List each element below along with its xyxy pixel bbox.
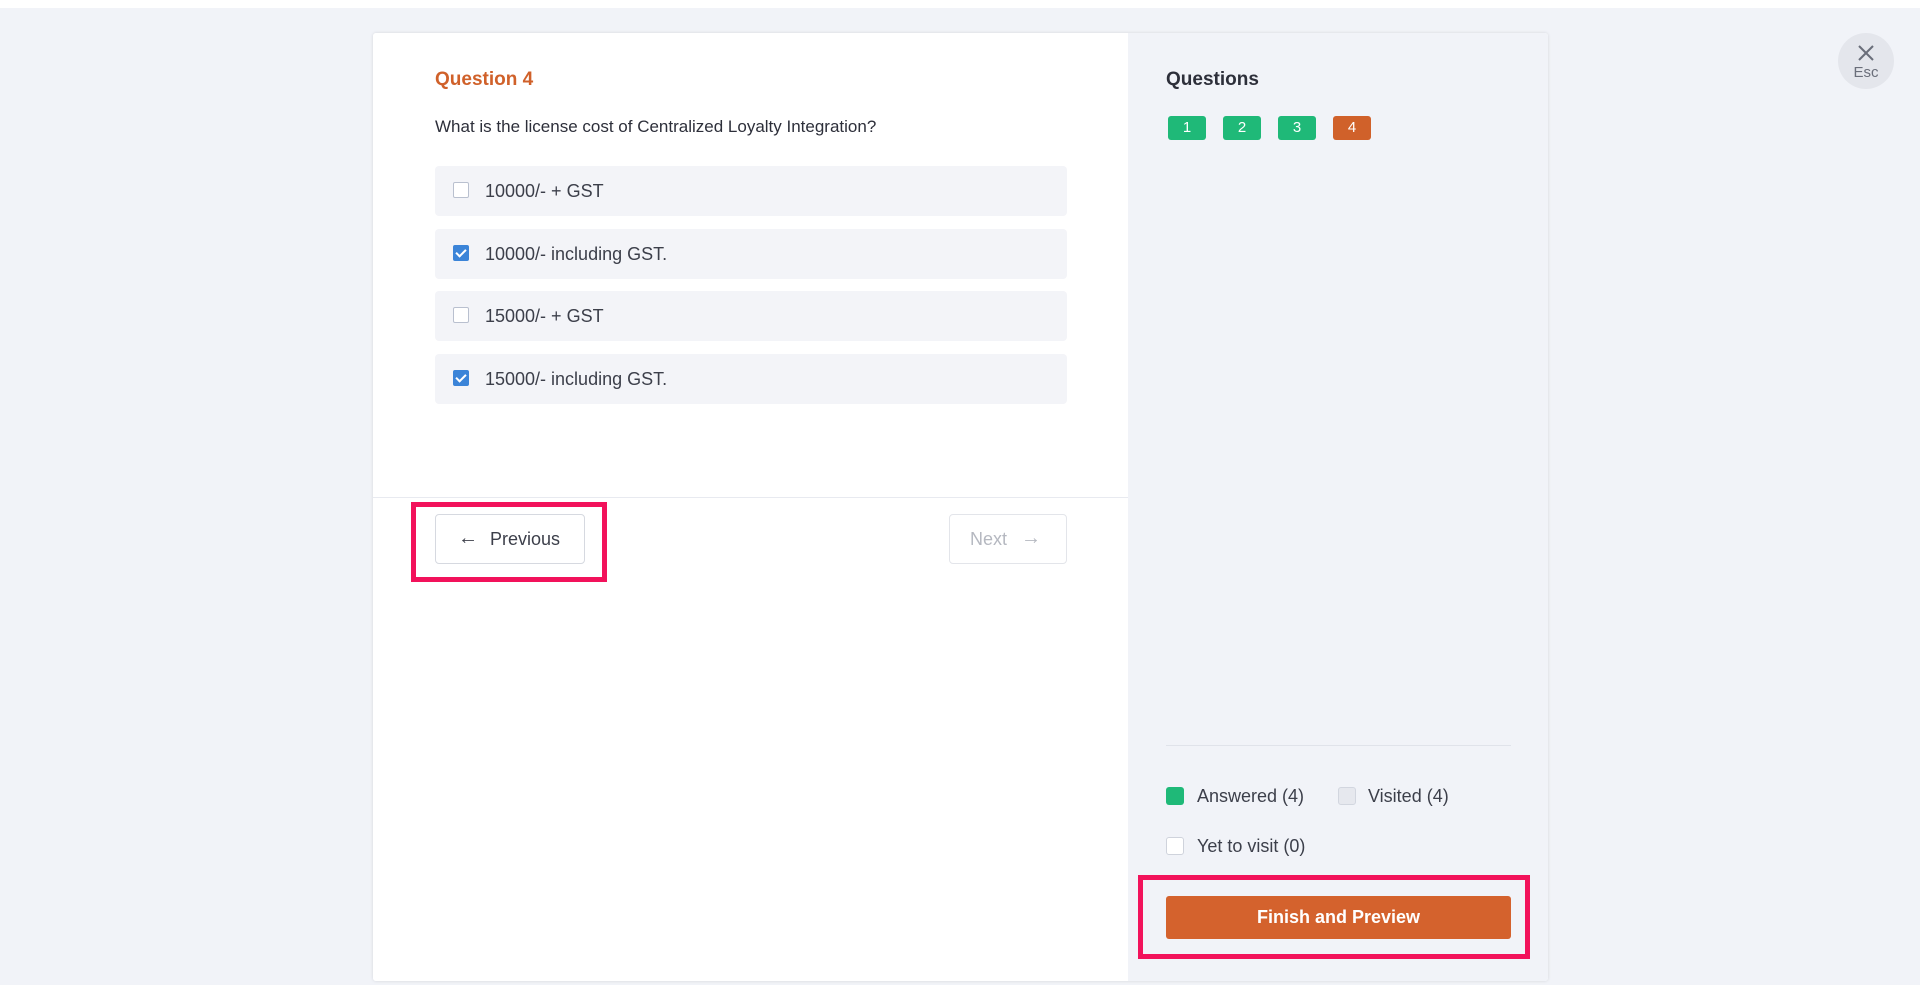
esc-label: Esc [1853, 64, 1879, 81]
question-heading: Question 4 [435, 69, 534, 90]
answered-legend-label: Answered (4) [1197, 786, 1305, 806]
option-4[interactable]: 15000/- including GST. [435, 354, 1067, 404]
option-4-checkbox[interactable] [453, 370, 469, 386]
option-2-checkbox[interactable] [453, 245, 469, 261]
question-nav-1[interactable]: 1 [1168, 116, 1206, 140]
option-1-label: 10000/- + GST [485, 181, 604, 201]
answered-legend-swatch [1166, 787, 1184, 805]
option-2-label: 10000/- including GST. [485, 244, 668, 264]
option-1-checkbox[interactable] [453, 182, 469, 198]
yet-to-visit-legend-label: Yet to visit (0) [1197, 836, 1306, 856]
previous-label: Previous [490, 529, 561, 549]
option-1[interactable]: 10000/- + GST [435, 166, 1067, 216]
top-strip [0, 0, 1920, 8]
questions-title: Questions [1166, 69, 1259, 90]
question-panel: Question 4 What is the license cost of C… [373, 33, 1128, 981]
nav-divider [373, 497, 1128, 498]
next-button[interactable]: Next → [949, 514, 1067, 564]
visited-legend-label: Visited (4) [1368, 786, 1449, 806]
next-label: Next [970, 529, 1008, 549]
quiz-modal: Question 4 What is the license cost of C… [373, 33, 1548, 981]
legend-divider [1166, 745, 1511, 746]
option-2[interactable]: 10000/- including GST. [435, 229, 1067, 279]
questions-sidebar: Questions 1 2 3 4 Answered (4) Visited (… [1128, 33, 1548, 981]
previous-button[interactable]: ← Previous [435, 514, 585, 564]
arrow-left-icon: ← [458, 527, 478, 549]
option-3-checkbox[interactable] [453, 307, 469, 323]
option-3[interactable]: 15000/- + GST [435, 291, 1067, 341]
option-4-label: 15000/- including GST. [485, 369, 668, 389]
finish-and-preview-button[interactable]: Finish and Preview [1166, 896, 1511, 939]
question-nav-4[interactable]: 4 [1333, 116, 1371, 140]
question-nav-2[interactable]: 2 [1223, 116, 1261, 140]
yet-to-visit-legend-swatch [1166, 837, 1184, 855]
visited-legend-swatch [1338, 787, 1356, 805]
close-icon [1858, 45, 1874, 61]
close-button[interactable]: Esc [1838, 33, 1894, 89]
option-3-label: 15000/- + GST [485, 306, 604, 326]
arrow-right-icon: → [1021, 527, 1041, 549]
question-nav-3[interactable]: 3 [1278, 116, 1316, 140]
question-text: What is the license cost of Centralized … [435, 117, 877, 136]
